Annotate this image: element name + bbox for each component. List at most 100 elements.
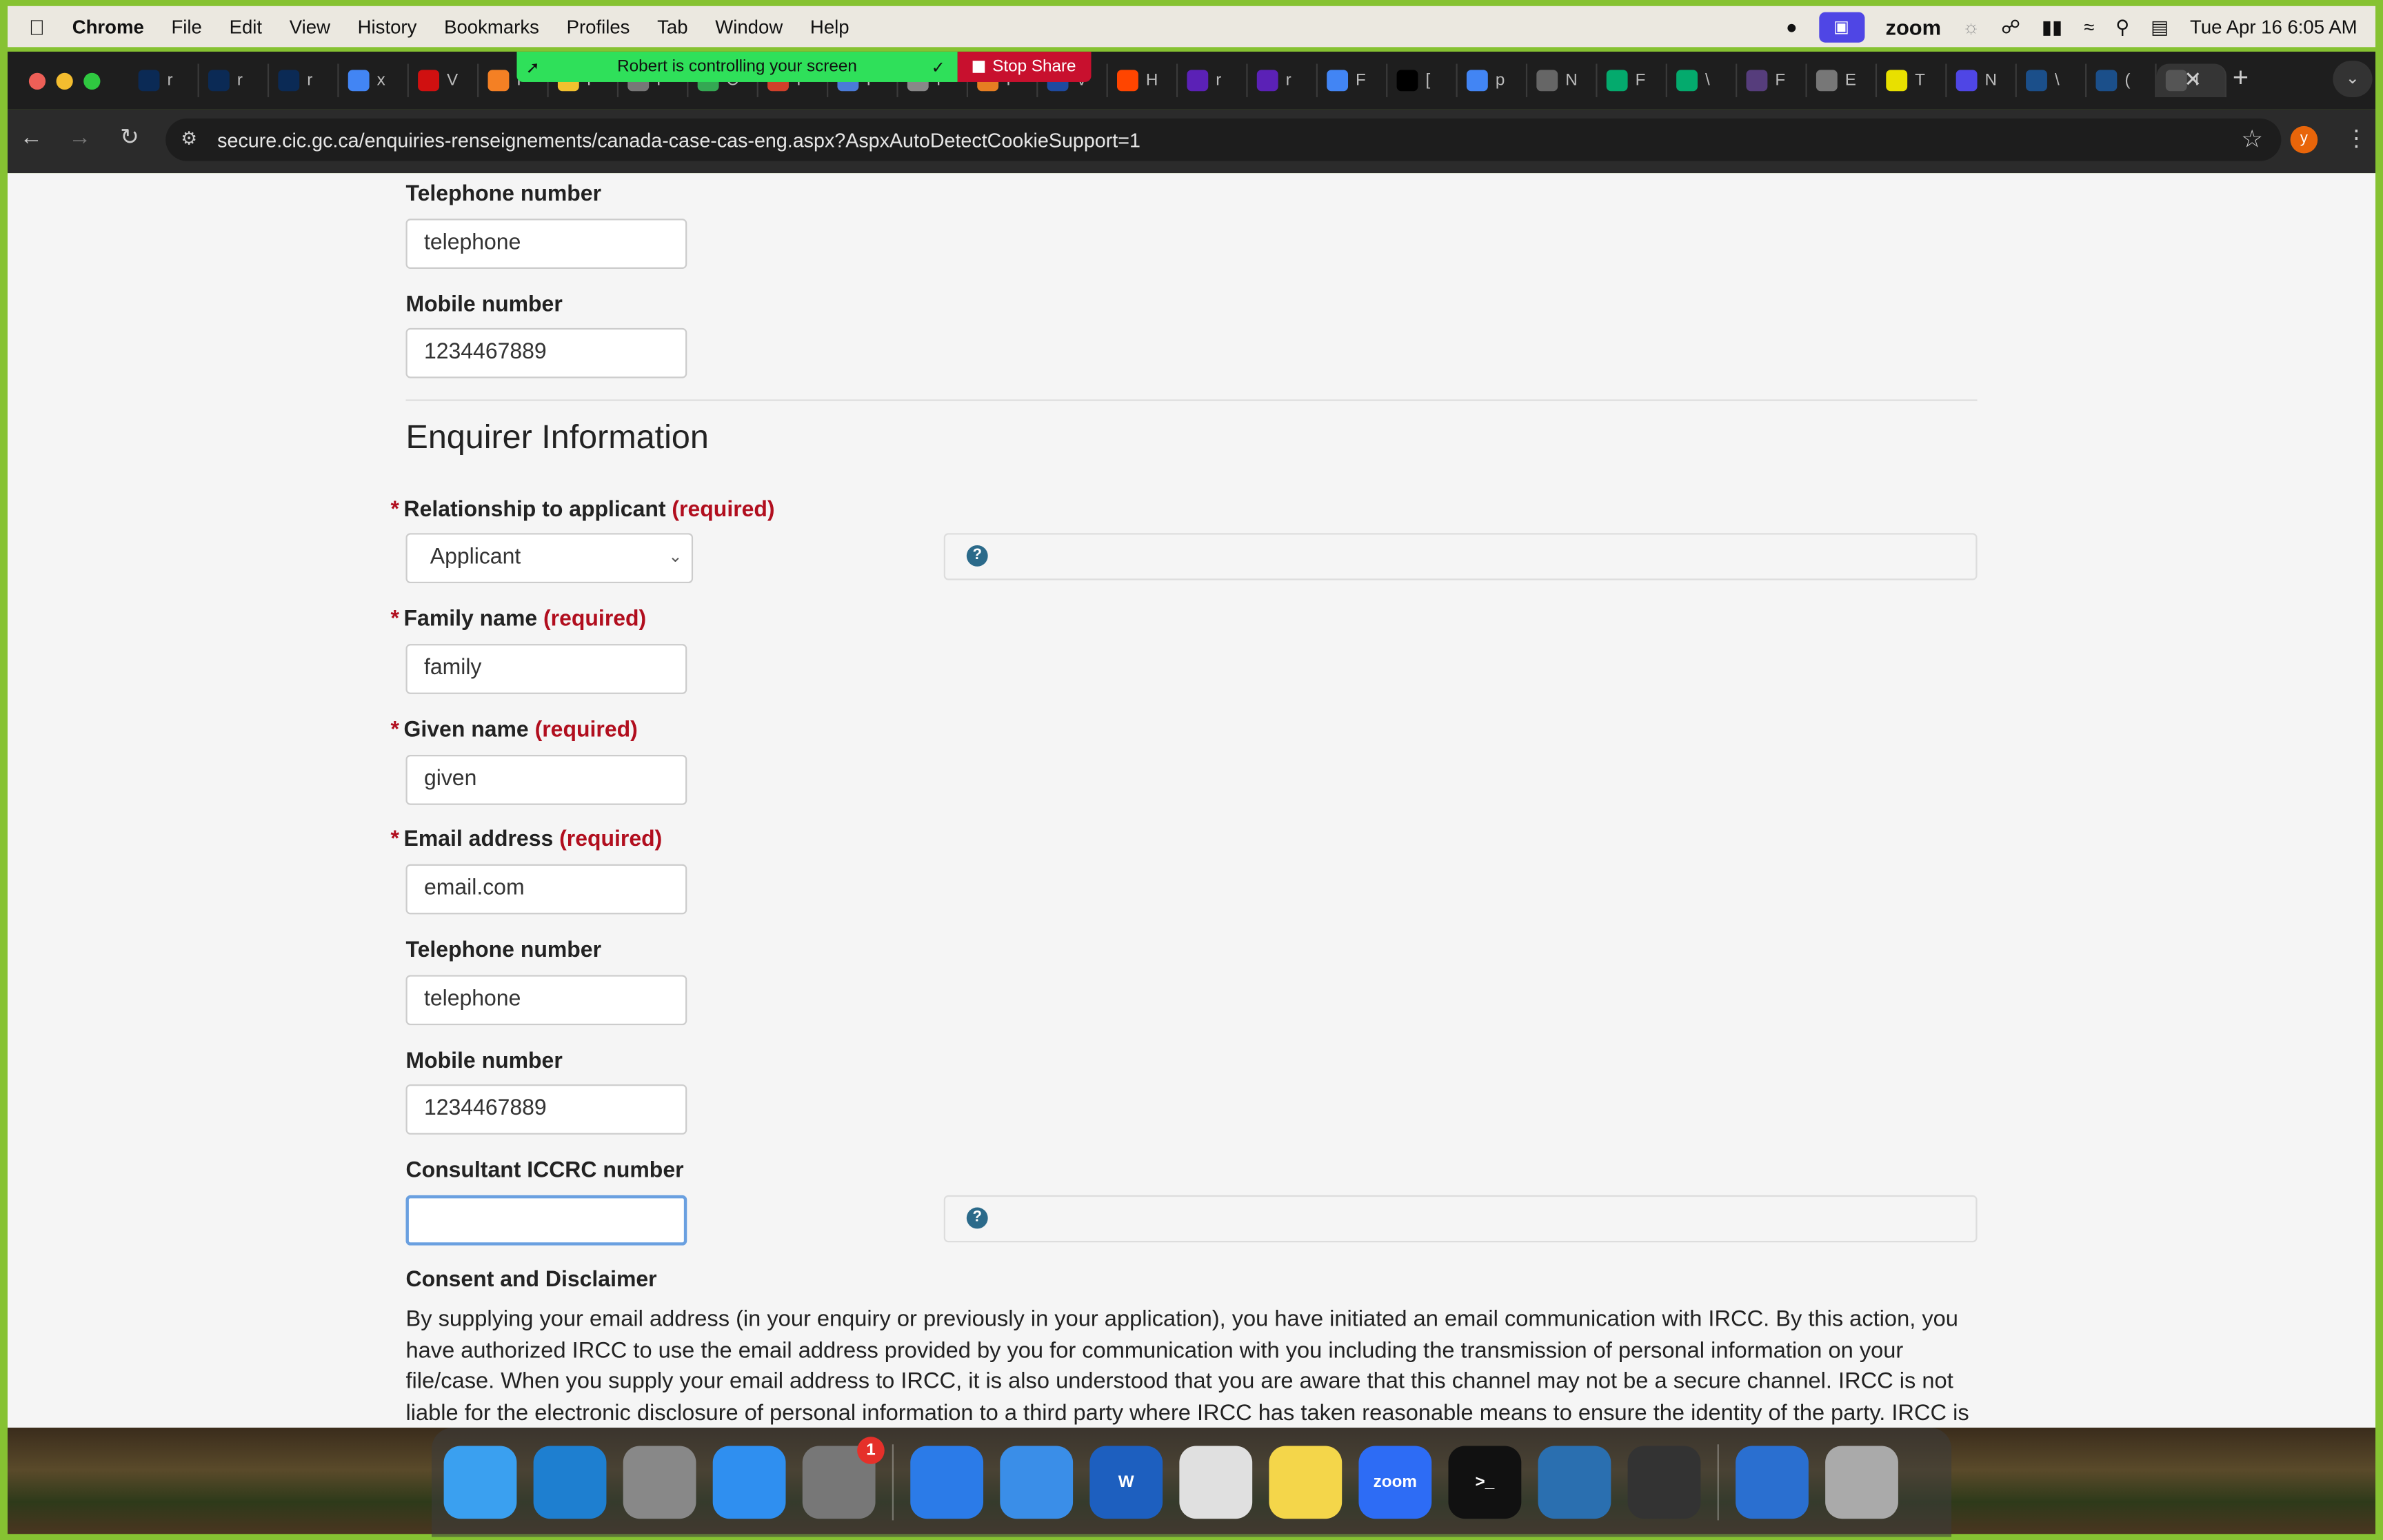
browser-tab[interactable]: N [1947,63,2017,98]
consultant-input[interactable] [405,1195,687,1246]
browser-tab[interactable]: E [1807,63,1878,98]
top-mobile-label: Mobile number [405,293,563,318]
new-tab-button[interactable]: + [2233,62,2249,94]
dock: 1 Wzoom >_ [431,1428,1952,1537]
creative-cloud-icon[interactable]: ☍ [2001,15,2020,38]
dock-system-settings-icon[interactable]: 1 [802,1437,885,1519]
browser-tab[interactable]: T [1877,63,1947,98]
address-bar[interactable]: ⚙ secure.cic.gc.ca/enquiries-renseigneme… [165,118,2282,161]
back-button[interactable]: ← [20,125,43,150]
tab-search-button[interactable]: ⌄ [2333,61,2373,98]
dock-notes-icon[interactable] [1269,1446,1343,1519]
top-mobile-input[interactable]: 1234467889 [405,327,687,378]
dock-app-label: W [1118,1473,1134,1492]
family-name-input[interactable]: family [405,644,687,694]
given-name-label-text: Given name [403,718,529,743]
dock-word-icon[interactable]: W [1089,1446,1163,1519]
browser-tab[interactable]: r [269,63,339,98]
browser-tab[interactable]: \ [2017,63,2087,98]
browser-tab[interactable]: \ [1667,63,1738,98]
w3-icon [1676,70,1698,92]
browser-tab[interactable]: V [409,63,479,98]
tab-title: p [1495,71,1505,90]
browser-tab[interactable]: r [199,63,270,98]
dock-terminal-icon[interactable]: >_ [1448,1446,1522,1519]
dock-screen-sharing-icon[interactable] [1538,1446,1611,1519]
dock-spiral-app-icon[interactable] [1736,1446,1809,1519]
menu-tab[interactable]: Tab [657,16,687,37]
bookmark-star-icon[interactable]: ☆ [2241,125,2263,155]
email-label: * Email address (required) [390,828,662,852]
dock-quicktime-icon[interactable] [1627,1446,1701,1519]
dock-xcode-icon[interactable] [1000,1446,1074,1519]
control-center-icon[interactable]: ▤ [2151,15,2169,38]
consent-title: Consent and Disclaimer [405,1268,657,1293]
browser-tab[interactable]: x [339,63,409,98]
stop-share-button[interactable]: Stop Share [957,51,1092,82]
browser-tab[interactable]: r [1248,63,1318,98]
menu-profiles[interactable]: Profiles [567,16,630,37]
menu-window[interactable]: Window [715,16,783,37]
web-page: Telephone number telephone Mobile number… [8,173,2376,1428]
dock-safari-icon[interactable] [712,1446,786,1519]
dock-finder-icon[interactable] [443,1446,517,1519]
zoom-menu-label[interactable]: zoom [1886,14,1942,39]
menu-bookmarks[interactable]: Bookmarks [444,16,539,37]
tab-title: F [1356,71,1366,90]
record-icon[interactable]: ● [1786,16,1798,37]
close-window-button[interactable] [28,72,46,90]
browser-tab[interactable]: H [1108,63,1178,98]
browser-tab[interactable]: r [129,63,199,98]
relationship-select[interactable]: Applicant ⌄ [405,533,694,584]
browser-tab[interactable]: N [1527,63,1598,98]
help-icon[interactable]: ? [966,1207,988,1229]
browser-tab[interactable]: r [1178,63,1248,98]
dock-app-store-icon[interactable] [910,1446,984,1519]
dock-separator [1717,1444,1719,1521]
dock-vscode-icon[interactable] [533,1446,607,1519]
tab-title: r [167,71,173,90]
tab-title: H [1145,71,1158,90]
menu-view[interactable]: View [290,16,330,37]
menu-history[interactable]: History [358,16,417,37]
dock-zoom-icon[interactable]: zoom [1358,1446,1432,1519]
browser-tab[interactable]: p [1458,63,1528,98]
browser-tab[interactable]: F [1318,63,1388,98]
spiral-icon[interactable]: ☼ [1962,16,1980,37]
url-text[interactable]: secure.cic.gc.ca/enquiries-renseignement… [217,128,1140,151]
close-tab-icon[interactable]: ✕ [2184,67,2202,92]
given-name-input[interactable]: given [405,754,687,805]
dock-trash-icon[interactable] [1825,1446,1898,1519]
menu-file[interactable]: File [171,16,201,37]
datetime[interactable]: Tue Apr 16 6:05 AM [2190,16,2357,37]
browser-tab[interactable]: ( [2087,63,2157,98]
dock-app-label: zoom [1373,1473,1418,1492]
telephone-input[interactable]: telephone [405,975,687,1026]
battery-icon[interactable]: ▮▮ [2042,15,2062,38]
menu-app-name[interactable]: Chrome [72,16,144,37]
more-menu-icon[interactable]: ⋮ [2345,125,2368,152]
email-input[interactable]: email.com [405,864,687,915]
dock-launchpad-icon[interactable] [623,1446,696,1519]
help-icon[interactable]: ? [966,545,988,567]
browser-tab[interactable]: [ [1387,63,1458,98]
menu-help[interactable]: Help [810,16,849,37]
spotlight-search-icon[interactable]: ⚲ [2115,15,2129,38]
mobile-input[interactable]: 1234467889 [405,1084,687,1135]
zoom-share-icon[interactable]: ▣ [1818,11,1864,42]
menu-edit[interactable]: Edit [230,16,262,37]
forward-button[interactable]: → [68,125,91,150]
wifi-icon[interactable]: ≈ [2084,16,2094,37]
profile-avatar[interactable]: y [2290,125,2318,154]
browser-tab[interactable]: F [1737,63,1807,98]
minimize-window-button[interactable] [56,72,73,90]
share-banner-text: Robert is controlling your screen [617,57,857,77]
reload-button[interactable]: ↻ [120,123,139,150]
zoom-window-button[interactable] [83,72,101,90]
tabs: rrrxVFIFCIIIIVHrrF[pNF\FETN\(I [129,63,2227,98]
dock-chrome-icon[interactable] [1179,1446,1253,1519]
apple-icon[interactable]:  [29,14,45,39]
top-telephone-input[interactable]: telephone [405,219,687,269]
site-settings-icon[interactable]: ⚙ [181,128,197,149]
browser-tab[interactable]: F [1598,63,1667,98]
